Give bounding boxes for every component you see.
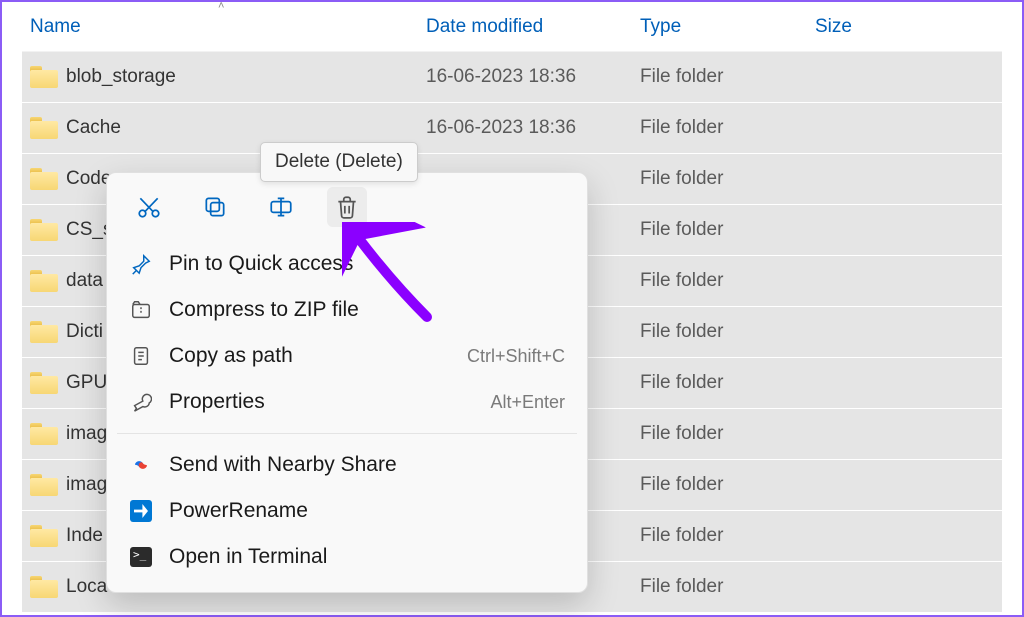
folder-icon [30,321,58,343]
menu-item-copypath[interactable]: Copy as path Ctrl+Shift+C [107,333,587,379]
menu-item-nearby[interactable]: Send with Nearby Share [107,442,587,488]
column-header-date[interactable]: Date modified [418,16,632,38]
powerrename-icon-wrap [129,499,153,523]
cell-name: blob_storage [22,66,418,88]
cell-type: File folder [632,474,807,496]
file-name: GPU [66,372,107,394]
rename-icon [268,194,294,220]
menu-item-shortcut: Ctrl+Shift+C [467,346,565,367]
menu-item-shortcut: Alt+Enter [490,392,565,413]
folder-icon [30,168,58,190]
menu-item-label: Copy as path [169,344,451,368]
cell-date: 16-06-2023 18:36 [418,117,632,139]
context-menu-icon-row [107,181,587,241]
menu-item-properties[interactable]: Properties Alt+Enter [107,379,587,425]
folder-icon [30,423,58,445]
context-menu: Pin to Quick access Compress to ZIP file… [106,172,588,593]
cell-type: File folder [632,168,807,190]
cut-icon [136,194,162,220]
table-row[interactable]: blob_storage 16-06-2023 18:36File folder [22,52,1002,102]
file-name: imag [66,423,107,445]
folder-icon [30,219,58,241]
cell-type: File folder [632,372,807,394]
column-header-size[interactable]: Size [807,16,927,38]
menu-item-label: Properties [169,390,474,414]
file-name: imag [66,474,107,496]
pin-icon [129,252,153,276]
menu-item-label: Send with Nearby Share [169,453,565,477]
folder-icon [30,117,58,139]
nearby-icon [129,453,153,477]
cell-type: File folder [632,321,807,343]
zip-icon [129,298,153,322]
menu-item-pin[interactable]: Pin to Quick access [107,241,587,287]
file-name: Dicti [66,321,103,343]
file-name: Loca [66,576,107,598]
copy-button[interactable] [195,187,235,227]
cell-type: File folder [632,270,807,292]
cell-date: 16-06-2023 18:36 [418,66,632,88]
menu-item-label: Pin to Quick access [169,252,565,276]
cell-type: File folder [632,117,807,139]
cell-name: Cache [22,117,418,139]
menu-item-label: Open in Terminal [169,545,565,569]
delete-tooltip: Delete (Delete) [260,142,418,182]
folder-icon [30,372,58,394]
file-name: Inde [66,525,103,547]
file-name: data [66,270,103,292]
folder-icon [30,474,58,496]
delete-icon [334,194,360,220]
folder-icon [30,66,58,88]
delete-button[interactable] [327,187,367,227]
menu-item-label: Compress to ZIP file [169,298,565,322]
menu-item-powerrename[interactable]: PowerRename [107,488,587,534]
cell-type: File folder [632,66,807,88]
table-row[interactable]: Cache 16-06-2023 18:36File folder [22,103,1002,153]
menu-separator [117,433,577,434]
cell-type: File folder [632,576,807,598]
folder-icon [30,525,58,547]
powerrename-icon [130,500,152,522]
terminal-icon [130,547,152,567]
sort-indicator-icon: ˄ [218,0,224,12]
cell-type: File folder [632,219,807,241]
file-name: Cache [66,117,121,139]
terminal-icon-wrap [129,545,153,569]
copypath-icon [129,344,153,368]
file-name: Code [66,168,111,190]
properties-icon [129,390,153,414]
menu-item-terminal[interactable]: Open in Terminal [107,534,587,580]
folder-icon [30,270,58,292]
file-name: blob_storage [66,66,176,88]
column-header-row: Name Date modified Type Size [22,2,1002,52]
folder-icon [30,576,58,598]
cut-button[interactable] [129,187,169,227]
copy-icon [202,194,228,220]
cell-type: File folder [632,423,807,445]
menu-item-label: PowerRename [169,499,565,523]
menu-item-zip[interactable]: Compress to ZIP file [107,287,587,333]
column-header-type[interactable]: Type [632,16,807,38]
rename-button[interactable] [261,187,301,227]
column-header-name[interactable]: Name [22,16,418,38]
cell-type: File folder [632,525,807,547]
